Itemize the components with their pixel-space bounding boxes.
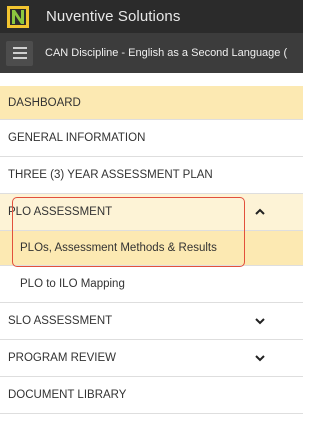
nav-item-label: PLO to ILO Mapping: [20, 278, 125, 290]
context-bar: CAN Discipline - English as a Second Lan…: [0, 33, 303, 73]
nav-item-label: DASHBOARD: [8, 96, 81, 109]
nav-item-label: GENERAL INFORMATION: [8, 132, 146, 144]
chevron-down-icon[interactable]: [254, 352, 266, 364]
nav-item-label: PLOs, Assessment Methods & Results: [20, 242, 217, 254]
app-title: Nuventive Solutions: [46, 8, 181, 25]
nav-item-dashboard[interactable]: DASHBOARD: [0, 86, 303, 120]
nuventive-logo-icon: [7, 5, 29, 28]
nav-item-label: PROGRAM REVIEW: [8, 352, 116, 364]
nav-item-program-review[interactable]: PROGRAM REVIEW: [0, 340, 303, 377]
app-header: Nuventive Solutions: [0, 0, 303, 33]
nav-item-label: DOCUMENT LIBRARY: [8, 389, 127, 401]
nav-item-plo-assessment[interactable]: PLO ASSESSMENT: [0, 194, 303, 231]
nav-item-label: SLO ASSESSMENT: [8, 315, 113, 327]
nav-item-label: THREE (3) YEAR ASSESSMENT PLAN: [8, 169, 213, 181]
nav-item-slo-assessment[interactable]: SLO ASSESSMENT: [0, 303, 303, 340]
nav-item-label: PLO ASSESSMENT: [8, 206, 113, 218]
nav-item-plo-to-ilo-mapping[interactable]: PLO to ILO Mapping: [0, 266, 303, 303]
nav-item-plos-assessment-methods-results[interactable]: PLOs, Assessment Methods & Results: [0, 231, 303, 266]
nav-item-three-year-assessment-plan[interactable]: THREE (3) YEAR ASSESSMENT PLAN: [0, 157, 303, 194]
nav-item-document-library[interactable]: DOCUMENT LIBRARY: [0, 377, 303, 414]
context-title: CAN Discipline - English as a Second Lan…: [45, 47, 288, 59]
hamburger-icon[interactable]: [6, 40, 33, 66]
nav-item-general-information[interactable]: GENERAL INFORMATION: [0, 120, 303, 157]
chevron-up-icon[interactable]: [254, 206, 266, 218]
chevron-down-icon[interactable]: [254, 315, 266, 327]
